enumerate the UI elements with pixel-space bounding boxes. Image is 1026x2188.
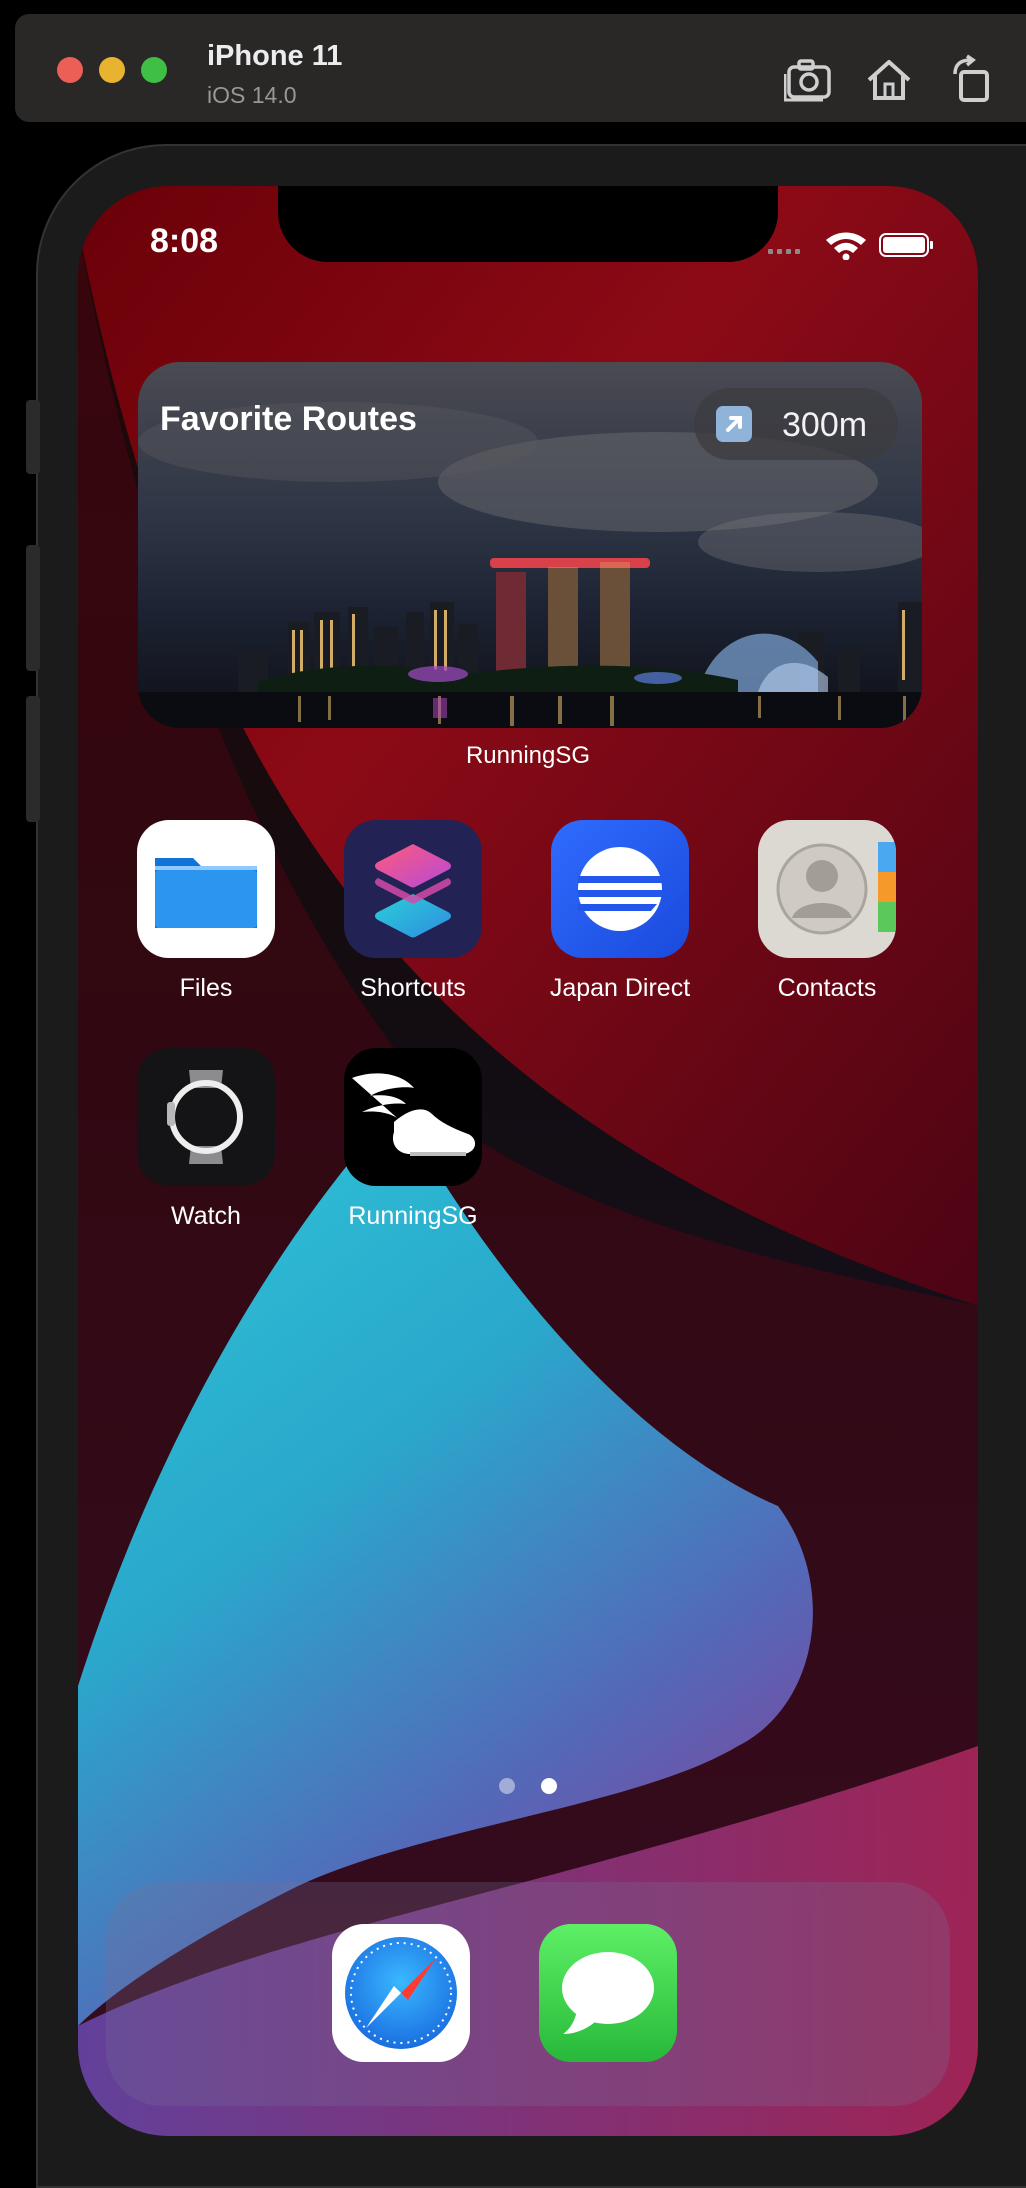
- battery-icon: [879, 233, 933, 257]
- contacts-icon: [758, 820, 896, 958]
- simulator-title-bar: iPhone 11 iOS 14.0: [15, 14, 1026, 122]
- page-indicator[interactable]: [78, 1778, 978, 1799]
- safari-icon[interactable]: [332, 1924, 470, 2062]
- minimize-window-button[interactable]: [99, 57, 125, 83]
- app-runningsg[interactable]: RunningSG: [323, 1048, 503, 1231]
- app-shortcuts[interactable]: Shortcuts: [323, 820, 503, 1003]
- running-shoe-icon: [344, 1048, 482, 1186]
- dock: [106, 1882, 950, 2106]
- japan-direct-icon: [551, 820, 689, 958]
- messages-icon[interactable]: [539, 1924, 677, 2062]
- favorite-routes-widget[interactable]: Favorite Routes 300m: [138, 362, 922, 728]
- app-label: Contacts: [777, 974, 877, 1002]
- rotate-icon[interactable]: [947, 54, 999, 106]
- app-contacts[interactable]: Contacts: [737, 820, 917, 1003]
- status-time: 8:08: [150, 222, 219, 260]
- notch: [278, 186, 778, 262]
- volume-down-button: [26, 696, 40, 822]
- widget-title: Favorite Routes: [160, 400, 417, 438]
- arrow-up-right-icon: [716, 406, 752, 442]
- device-name: iPhone 11: [207, 40, 343, 72]
- app-watch[interactable]: Watch: [116, 1048, 296, 1231]
- os-version: iOS 14.0: [207, 82, 297, 108]
- app-label: RunningSG: [348, 1202, 478, 1230]
- app-label: Shortcuts: [360, 974, 466, 1002]
- app-label: Files: [179, 974, 233, 1002]
- home-screen: 8:08 Favorite Routes 300m RunningSG File…: [78, 186, 978, 2136]
- widget-caption: RunningSG: [465, 742, 591, 769]
- app-label: Watch: [171, 1202, 241, 1230]
- app-japan-direct[interactable]: Japan Direct: [530, 820, 710, 1003]
- volume-up-button: [26, 545, 40, 671]
- watch-icon: [137, 1048, 275, 1186]
- close-window-button[interactable]: [57, 57, 83, 83]
- home-icon[interactable]: [863, 54, 915, 106]
- wifi-icon: [826, 232, 866, 260]
- mute-switch: [26, 400, 40, 474]
- distance-value: 300m: [782, 406, 868, 444]
- zoom-window-button[interactable]: [141, 57, 167, 83]
- status-icons: [768, 232, 933, 260]
- cellular-signal-icon: [768, 249, 800, 254]
- shortcuts-icon: [344, 820, 482, 958]
- app-files[interactable]: Files: [116, 820, 296, 1003]
- files-icon: [137, 820, 275, 958]
- screenshot-icon[interactable]: [783, 54, 836, 106]
- app-label: Japan Direct: [549, 974, 691, 1002]
- page-dot-2[interactable]: [541, 1778, 558, 1794]
- distance-pill: 300m: [694, 388, 898, 460]
- page-dot-1[interactable]: [498, 1778, 515, 1794]
